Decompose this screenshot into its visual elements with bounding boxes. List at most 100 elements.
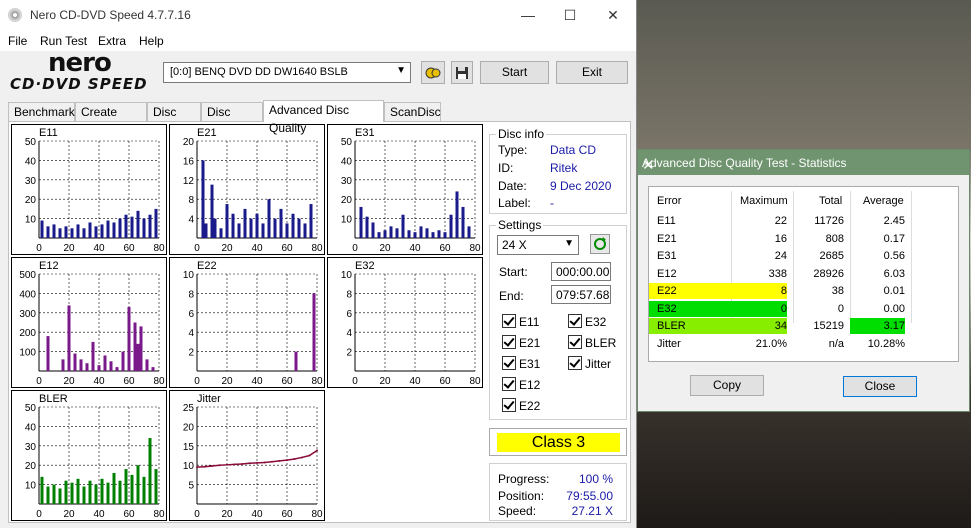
- save-button[interactable]: [451, 61, 473, 84]
- x-tick-label: 60: [281, 509, 293, 520]
- maximize-button[interactable]: ☐: [560, 5, 580, 25]
- y-tick-label: 50: [25, 403, 37, 414]
- stats-cell-total: 0: [837, 302, 844, 315]
- dialog-title-bar: Advanced Disc Quality Test - Statistics …: [638, 150, 969, 175]
- drive-select[interactable]: [0:0] BENQ DVD DD DW1640 BSLB ▼: [163, 62, 411, 83]
- jitter-point: [293, 457, 296, 460]
- start-field[interactable]: 000:00.00: [551, 262, 611, 281]
- chart-e21: E21 20 16 12 8 4 0 20 40 60 80: [169, 124, 325, 255]
- checkbox-bler[interactable]: BLER: [568, 335, 616, 350]
- chart-e22: E22 10 8 6 4 2 0 20 40 60 80: [169, 257, 325, 388]
- bar: [267, 199, 271, 238]
- end-field[interactable]: 079:57.68: [551, 285, 611, 304]
- eject-button[interactable]: [421, 61, 445, 84]
- checkbox-e31[interactable]: E31: [502, 356, 540, 371]
- jitter-point: [241, 463, 243, 466]
- checkbox-e22-label: E22: [519, 399, 541, 413]
- jitter-point: [196, 466, 198, 469]
- stats-cell-average: 6.03: [883, 267, 905, 280]
- dialog-close-icon[interactable]: ✕: [642, 156, 961, 174]
- bar: [133, 322, 137, 371]
- x-tick-label: 80: [311, 376, 323, 387]
- chart-title: E22: [197, 260, 217, 272]
- x-tick-label: 60: [123, 376, 135, 387]
- disc-label-value: -: [550, 196, 554, 210]
- bar: [210, 184, 214, 238]
- main-window: Nero CD-DVD Speed 4.7.7.16 — ☐ ✕ File Ru…: [0, 0, 637, 528]
- bar: [112, 222, 116, 238]
- menu-extra[interactable]: Extra: [98, 34, 126, 48]
- minimize-button[interactable]: —: [518, 5, 538, 25]
- jitter-point: [233, 463, 236, 466]
- checkbox-e32[interactable]: E32: [568, 314, 606, 329]
- position-label: Position:: [498, 489, 545, 503]
- bar: [365, 216, 369, 238]
- bar: [303, 223, 307, 238]
- checkbox-e11[interactable]: E11: [502, 314, 539, 329]
- bar: [130, 216, 134, 238]
- start-button[interactable]: Start: [480, 61, 549, 84]
- stats-cell-total: 11726: [814, 215, 844, 227]
- menu-help[interactable]: Help: [139, 34, 164, 48]
- bar: [103, 355, 107, 371]
- tab-scandisc[interactable]: ScanDisc: [384, 102, 441, 121]
- y-tick-label: 20: [183, 422, 195, 433]
- tab-create-disc[interactable]: Create Disc: [75, 102, 147, 137]
- chart-e12: E12 500 400 300 200 100 0 20 40 60 80: [11, 257, 167, 388]
- disc-id-label: ID:: [498, 161, 514, 175]
- checkbox-jitter[interactable]: Jitter: [568, 356, 611, 371]
- y-tick-label: 10: [341, 270, 353, 281]
- checkbox-jitter-box: [568, 356, 582, 370]
- jitter-point: [248, 462, 251, 465]
- x-tick-label: 20: [63, 509, 75, 520]
- x-tick-label: 0: [194, 376, 200, 387]
- tab-disc-quality[interactable]: Disc Quality: [201, 102, 263, 137]
- jitter-point: [263, 461, 266, 464]
- bar: [231, 213, 235, 238]
- speed-select-value: 24 X: [502, 238, 527, 252]
- close-button[interactable]: ✕: [603, 5, 623, 25]
- y-tick-label: 100: [19, 348, 36, 359]
- chart-title: E32: [355, 260, 375, 272]
- bar: [213, 218, 217, 238]
- tab-disc-info[interactable]: Disc Info: [147, 102, 201, 137]
- bar: [121, 351, 125, 371]
- x-tick-label: 40: [93, 243, 105, 254]
- header-total: Total: [819, 195, 843, 207]
- exit-button[interactable]: Exit: [556, 61, 628, 84]
- checkbox-e21[interactable]: E21: [502, 335, 540, 350]
- bar: [136, 343, 140, 371]
- checkbox-e31-label: E31: [519, 357, 541, 371]
- bar: [419, 226, 423, 238]
- copy-button[interactable]: Copy: [690, 375, 764, 396]
- speed-select[interactable]: 24 X ▼: [497, 235, 579, 255]
- bar: [142, 218, 146, 238]
- menu-run-test[interactable]: Run Test: [40, 34, 87, 48]
- bar: [291, 213, 295, 238]
- jitter-point: [278, 459, 281, 462]
- bar: [100, 224, 104, 238]
- y-tick-label: 30: [25, 176, 37, 187]
- x-tick-label: 60: [123, 509, 135, 520]
- stats-cell-average: 0.01: [883, 285, 905, 297]
- y-tick-label: 5: [188, 481, 194, 492]
- bar: [88, 222, 92, 238]
- header-maximum: Maximum: [740, 195, 788, 207]
- menu-file[interactable]: File: [8, 34, 27, 48]
- stats-cell-total: 28926: [813, 267, 844, 280]
- tab-advanced-disc-quality[interactable]: Advanced Disc Quality: [263, 100, 384, 135]
- chart-bler: BLER 50 40 30 20 10 0 20 40 60 80: [11, 390, 167, 521]
- checkbox-e12[interactable]: E12: [502, 377, 540, 392]
- close-dialog-button[interactable]: Close: [843, 376, 917, 397]
- y-tick-label: 25: [183, 403, 195, 414]
- checkbox-e12-label: E12: [519, 378, 541, 392]
- bar: [64, 480, 68, 504]
- x-tick-label: 0: [194, 243, 200, 254]
- x-tick-label: 20: [221, 376, 233, 387]
- tab-benchmark[interactable]: Benchmark: [8, 102, 75, 121]
- title-bar: Nero CD-DVD Speed 4.7.7.16 — ☐ ✕: [0, 0, 636, 31]
- bar: [294, 351, 298, 371]
- bar: [106, 482, 110, 504]
- checkbox-e22[interactable]: E22: [502, 398, 540, 413]
- refresh-speed-button[interactable]: [590, 234, 610, 254]
